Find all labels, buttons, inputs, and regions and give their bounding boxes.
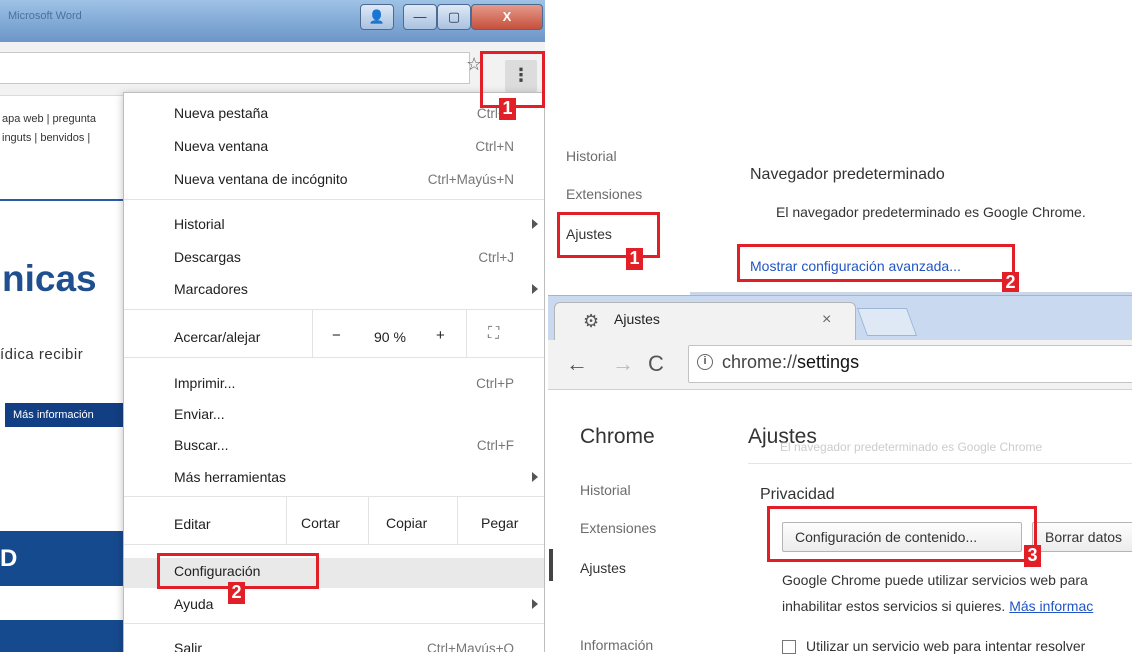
menu-separator — [124, 496, 544, 497]
menu-item-help[interactable]: Ayuda — [174, 596, 213, 612]
more-info-link[interactable]: Más informac — [1009, 598, 1093, 614]
new-tab-button[interactable] — [856, 308, 918, 336]
menu-item-find[interactable]: Buscar... — [174, 437, 228, 453]
minimize-button[interactable]: — — [403, 4, 437, 30]
tab-title: Ajustes — [614, 311, 660, 327]
url-text: chrome://settings — [722, 352, 859, 373]
menu-separator — [124, 357, 544, 358]
menu-separator — [124, 623, 544, 624]
page-heading: nicas — [2, 258, 97, 299]
divider — [0, 199, 125, 201]
privacy-description-text: inhabilitar estos servicios si quieres. — [782, 598, 1006, 614]
divider — [748, 463, 1132, 464]
privacy-description: inhabilitar estos servicios si quieres. … — [782, 598, 1093, 614]
zoom-level: 90 % — [374, 329, 406, 345]
faded-text: El navegador predeterminado es Google Ch… — [780, 440, 1043, 454]
window-title: Microsoft Word — [8, 10, 82, 22]
callout-box — [557, 212, 660, 258]
default-browser-description: El navegador predeterminado es Google Ch… — [776, 204, 1086, 220]
nav-history[interactable]: Historial — [580, 482, 631, 498]
url-scheme: chrome:// — [722, 352, 798, 372]
back-arrow-icon[interactable]: ← — [566, 351, 588, 377]
paste-button[interactable]: Pegar — [481, 515, 518, 531]
url-path: settings — [797, 352, 860, 372]
menu-item-new-tab[interactable]: Nueva pestaña — [174, 105, 268, 121]
zoom-in-button[interactable]: + — [436, 327, 445, 344]
reload-icon[interactable]: C — [648, 351, 664, 377]
zoom-out-button[interactable]: − — [332, 327, 341, 344]
forward-arrow-icon[interactable]: → — [612, 351, 634, 377]
info-icon[interactable]: i — [697, 354, 713, 370]
fullscreen-icon[interactable]: ⛶ — [488, 325, 499, 343]
privacy-heading: Privacidad — [760, 486, 835, 503]
page-links[interactable]: inguts | benvidos | — [2, 132, 90, 144]
menu-item-incognito[interactable]: Nueva ventana de incógnito — [174, 171, 348, 187]
default-browser-heading: Navegador predeterminado — [750, 166, 945, 183]
nav-history[interactable]: Historial — [566, 148, 617, 164]
nav-settings[interactable]: Ajustes — [580, 560, 626, 576]
nav-extensions[interactable]: Extensiones — [580, 520, 656, 536]
shortcut: Ctrl+J — [478, 250, 514, 265]
menu-separator — [312, 309, 313, 357]
title-bar: Microsoft Word 👤 — ▢ X — [0, 0, 545, 42]
menu-item-more-tools[interactable]: Más herramientas — [174, 469, 286, 485]
callout-box — [737, 244, 1015, 282]
maximize-button[interactable]: ▢ — [437, 4, 471, 30]
copy-button[interactable]: Copiar — [386, 515, 427, 531]
menu-separator — [286, 496, 287, 544]
shortcut: Ctrl+F — [476, 438, 514, 453]
nav-about[interactable]: Información — [580, 637, 653, 653]
menu-item-bookmarks[interactable]: Marcadores — [174, 281, 248, 297]
tab-settings[interactable] — [554, 302, 856, 340]
callout-number: 2 — [1002, 272, 1019, 294]
menu-item-history[interactable]: Historial — [174, 216, 225, 232]
menu-separator — [124, 544, 544, 545]
callout-box — [767, 506, 1037, 562]
left-browser-window: Microsoft Word 👤 — ▢ X ☆ ⋮ apa web | pre… — [0, 0, 545, 652]
menu-item-downloads[interactable]: Descargas — [174, 249, 241, 265]
more-info-button[interactable]: Más información — [5, 403, 123, 427]
menu-separator — [368, 496, 369, 544]
close-icon[interactable]: × — [822, 311, 831, 329]
callout-number: 1 — [499, 98, 516, 120]
sidebar-title: Chrome — [580, 425, 655, 448]
menu-item-new-window[interactable]: Nueva ventana — [174, 138, 268, 154]
privacy-description: Google Chrome puede utilizar servicios w… — [782, 572, 1088, 588]
submenu-arrow-icon — [532, 284, 538, 294]
submenu-arrow-icon — [532, 472, 538, 482]
close-button[interactable]: X — [471, 4, 543, 30]
menu-separator — [124, 199, 544, 200]
callout-number: 3 — [1024, 545, 1041, 567]
menu-separator — [124, 309, 544, 310]
menu-separator — [457, 496, 458, 544]
menu-item-zoom: Acercar/alejar — [174, 329, 261, 345]
submenu-arrow-icon — [532, 599, 538, 609]
menu-item-edit: Editar — [174, 516, 211, 532]
active-indicator — [549, 549, 553, 581]
cut-button[interactable]: Cortar — [301, 515, 340, 531]
submenu-arrow-icon — [532, 219, 538, 229]
callout-number: 2 — [228, 582, 245, 604]
address-bar[interactable] — [0, 52, 470, 84]
gear-icon: ⚙ — [583, 311, 600, 331]
menu-separator — [466, 309, 467, 357]
page-band — [0, 620, 125, 652]
menu-item-send[interactable]: Enviar... — [174, 406, 225, 422]
callout-number: 1 — [626, 248, 643, 270]
shortcut: Ctrl+Mayús+Q — [426, 641, 514, 652]
page-band: D — [0, 531, 125, 586]
page-links[interactable]: apa web | pregunta — [2, 113, 96, 125]
clear-data-button[interactable]: Borrar datos — [1032, 522, 1132, 552]
page-text: ídica recibir — [0, 346, 84, 363]
user-icon[interactable]: 👤 — [360, 4, 394, 30]
nav-extensions[interactable]: Extensiones — [566, 186, 642, 202]
menu-item-exit[interactable]: Salir — [174, 640, 202, 652]
menu-item-print[interactable]: Imprimir... — [174, 375, 235, 391]
shortcut: Ctrl+Mayús+N — [427, 172, 514, 187]
shortcut: Ctrl+P — [476, 376, 514, 391]
shortcut: Ctrl+N — [475, 139, 514, 154]
browser-toolbar: ☆ — [0, 42, 545, 96]
